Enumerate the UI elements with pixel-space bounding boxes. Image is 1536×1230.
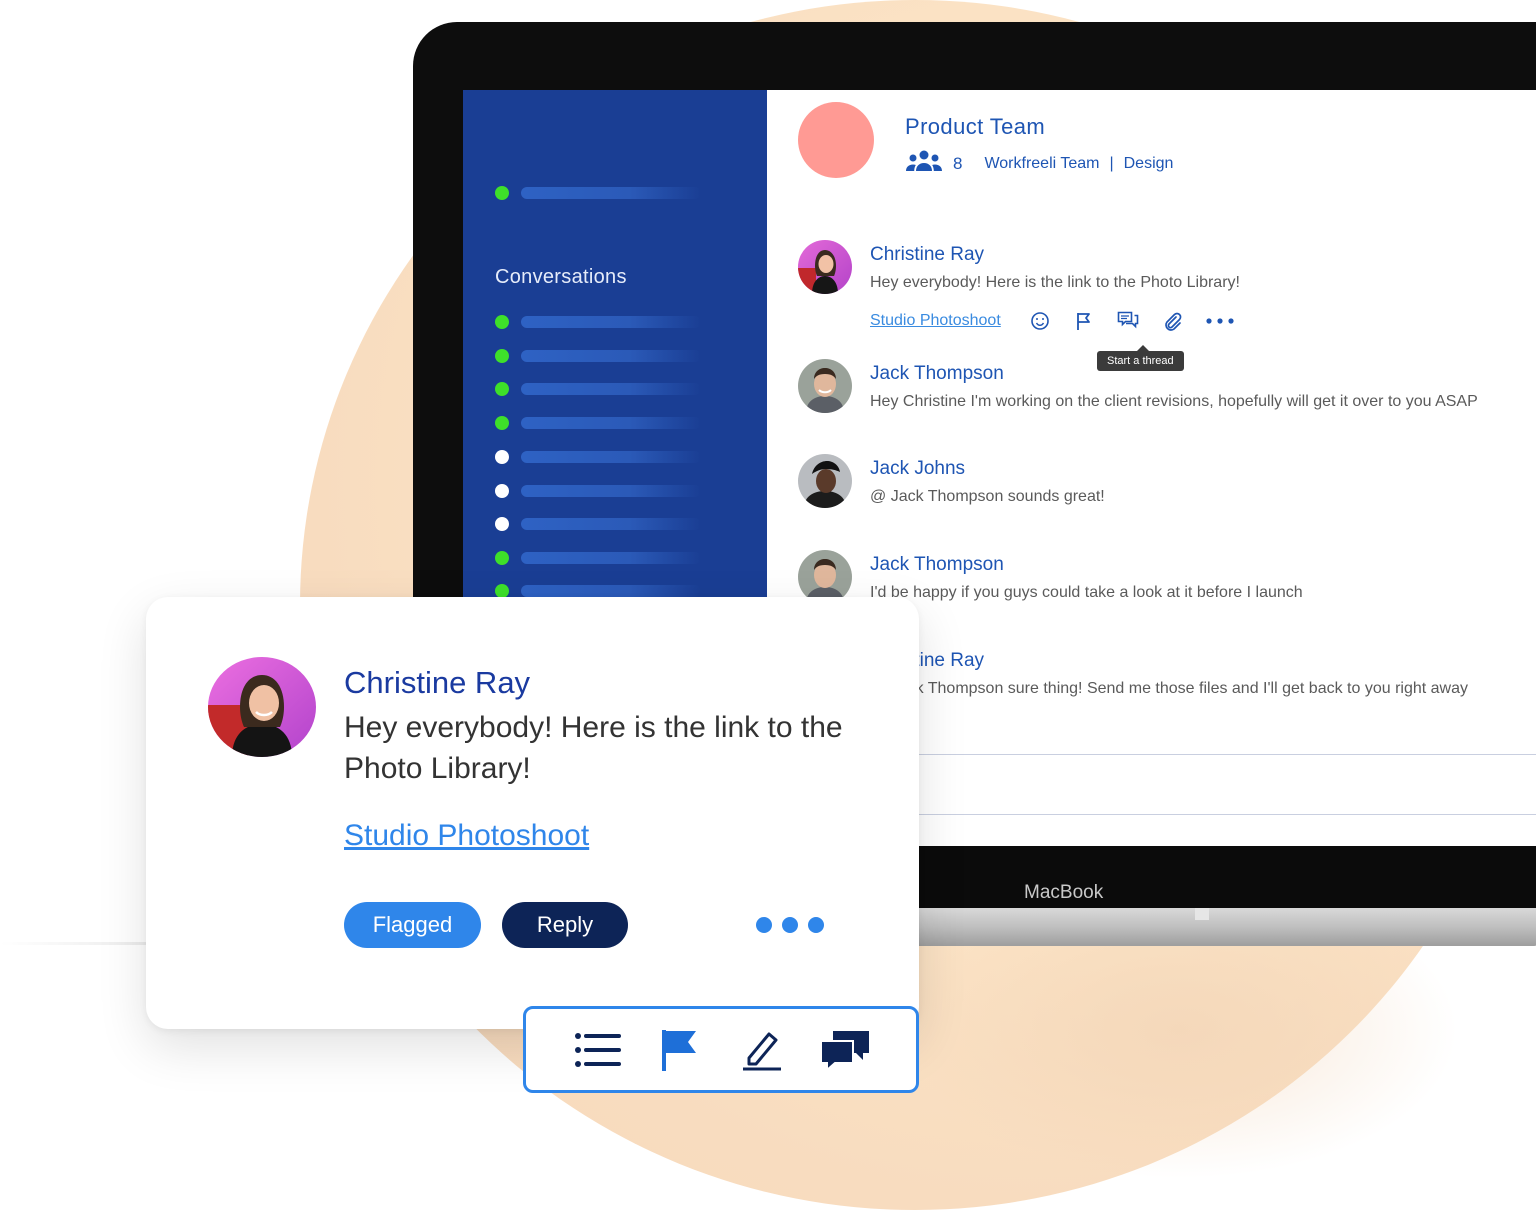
sender-name[interactable]: Christine Ray	[344, 665, 530, 701]
sidebar-item[interactable]	[495, 416, 701, 430]
status-dot	[495, 484, 509, 498]
avatar[interactable]	[798, 454, 852, 508]
flag-icon[interactable]	[1073, 310, 1095, 332]
status-dot	[495, 186, 509, 200]
avatar[interactable]	[798, 359, 852, 413]
composer-border-bottom	[883, 814, 1536, 815]
team-name[interactable]: Workfreeli Team	[984, 155, 1099, 173]
sidebar-item-placeholder	[521, 187, 701, 199]
sidebar-item[interactable]	[495, 315, 701, 329]
message-text: Hey Christine I'm working on the client …	[870, 393, 1478, 410]
channel-name[interactable]: Design	[1124, 155, 1174, 173]
thread-icon[interactable]	[1117, 310, 1139, 332]
composer-border-top	[883, 754, 1536, 755]
more-dots-icon[interactable]	[756, 917, 834, 933]
message-text: @ Jack Thompson sounds great!	[870, 488, 1105, 505]
status-dot	[495, 450, 509, 464]
avatar[interactable]	[798, 240, 852, 294]
sidebar-item[interactable]	[495, 382, 701, 396]
sidebar-item-placeholder	[521, 417, 701, 429]
group-meta: 8 Workfreeli Team | Design	[905, 150, 1173, 177]
sidebar-item-placeholder	[521, 518, 701, 530]
sidebar-item[interactable]	[495, 584, 701, 598]
sidebar-item[interactable]	[495, 484, 701, 498]
sidebar-item-placeholder	[521, 585, 701, 597]
sidebar-title: Conversations	[495, 266, 627, 288]
avatar[interactable]	[798, 550, 852, 604]
action-toolbar	[523, 1006, 919, 1093]
studio-photoshoot-link[interactable]: Studio Photoshoot	[870, 312, 1001, 330]
dot	[782, 917, 798, 933]
message-card: Christine Ray Hey everybody! Here is the…	[146, 597, 919, 1029]
more-icon[interactable]	[1205, 310, 1235, 332]
group-avatar[interactable]	[798, 102, 874, 178]
list-icon[interactable]	[571, 1025, 623, 1075]
sidebar-item-placeholder	[521, 383, 701, 395]
sender-name[interactable]: Jack Thompson	[870, 363, 1004, 385]
sidebar-item-placeholder	[521, 552, 701, 564]
meta-separator: |	[1109, 154, 1114, 172]
status-dot	[495, 416, 509, 430]
emoji-icon[interactable]	[1029, 310, 1051, 332]
status-dot	[495, 349, 509, 363]
sidebar-item[interactable]	[495, 517, 701, 531]
sidebar-item[interactable]	[495, 349, 701, 363]
message-text: @ Jack Thompson sure thing! Send me thos…	[870, 680, 1468, 697]
sender-name[interactable]: Jack Thompson	[870, 554, 1004, 576]
dot	[756, 917, 772, 933]
reply-button[interactable]: Reply	[502, 902, 628, 948]
studio-photoshoot-link[interactable]: Studio Photoshoot	[344, 819, 589, 853]
member-count: 8	[953, 153, 963, 173]
sidebar-item-placeholder	[521, 350, 701, 362]
flag-icon[interactable]	[654, 1025, 706, 1075]
message-text: Hey everybody! Here is the link to the P…	[344, 711, 843, 785]
status-dot	[495, 584, 509, 598]
attachment-icon[interactable]	[1161, 310, 1183, 332]
device-label: MacBook	[1024, 882, 1104, 903]
laptop-notch	[1195, 908, 1209, 920]
people-icon[interactable]	[905, 150, 943, 177]
sidebar-item[interactable]	[495, 186, 701, 200]
message-actions: Studio Photoshoot	[870, 310, 1257, 332]
sidebar-item[interactable]	[495, 551, 701, 565]
sidebar-item[interactable]	[495, 450, 701, 464]
status-dot	[495, 551, 509, 565]
status-dot	[495, 517, 509, 531]
avatar[interactable]	[208, 657, 316, 757]
sidebar-item-placeholder	[521, 451, 701, 463]
status-dot	[495, 315, 509, 329]
sender-name[interactable]: Jack Johns	[870, 458, 965, 480]
message-text: Hey everybody! Here is the link to the P…	[870, 274, 1240, 291]
message-text: I'd be happy if you guys could take a lo…	[870, 584, 1303, 601]
status-dot	[495, 382, 509, 396]
tooltip: Start a thread	[1097, 345, 1184, 371]
stage: Conversations Product Team 8 Workfreeli …	[0, 0, 1536, 1230]
edit-icon[interactable]	[736, 1025, 788, 1075]
group-name[interactable]: Product Team	[905, 114, 1045, 140]
sidebar-item-placeholder	[521, 316, 701, 328]
flagged-button[interactable]: Flagged	[344, 902, 481, 948]
sender-name[interactable]: Christine Ray	[870, 244, 984, 266]
dot	[808, 917, 824, 933]
chat-icon[interactable]	[819, 1025, 871, 1075]
sidebar-item-placeholder	[521, 485, 701, 497]
